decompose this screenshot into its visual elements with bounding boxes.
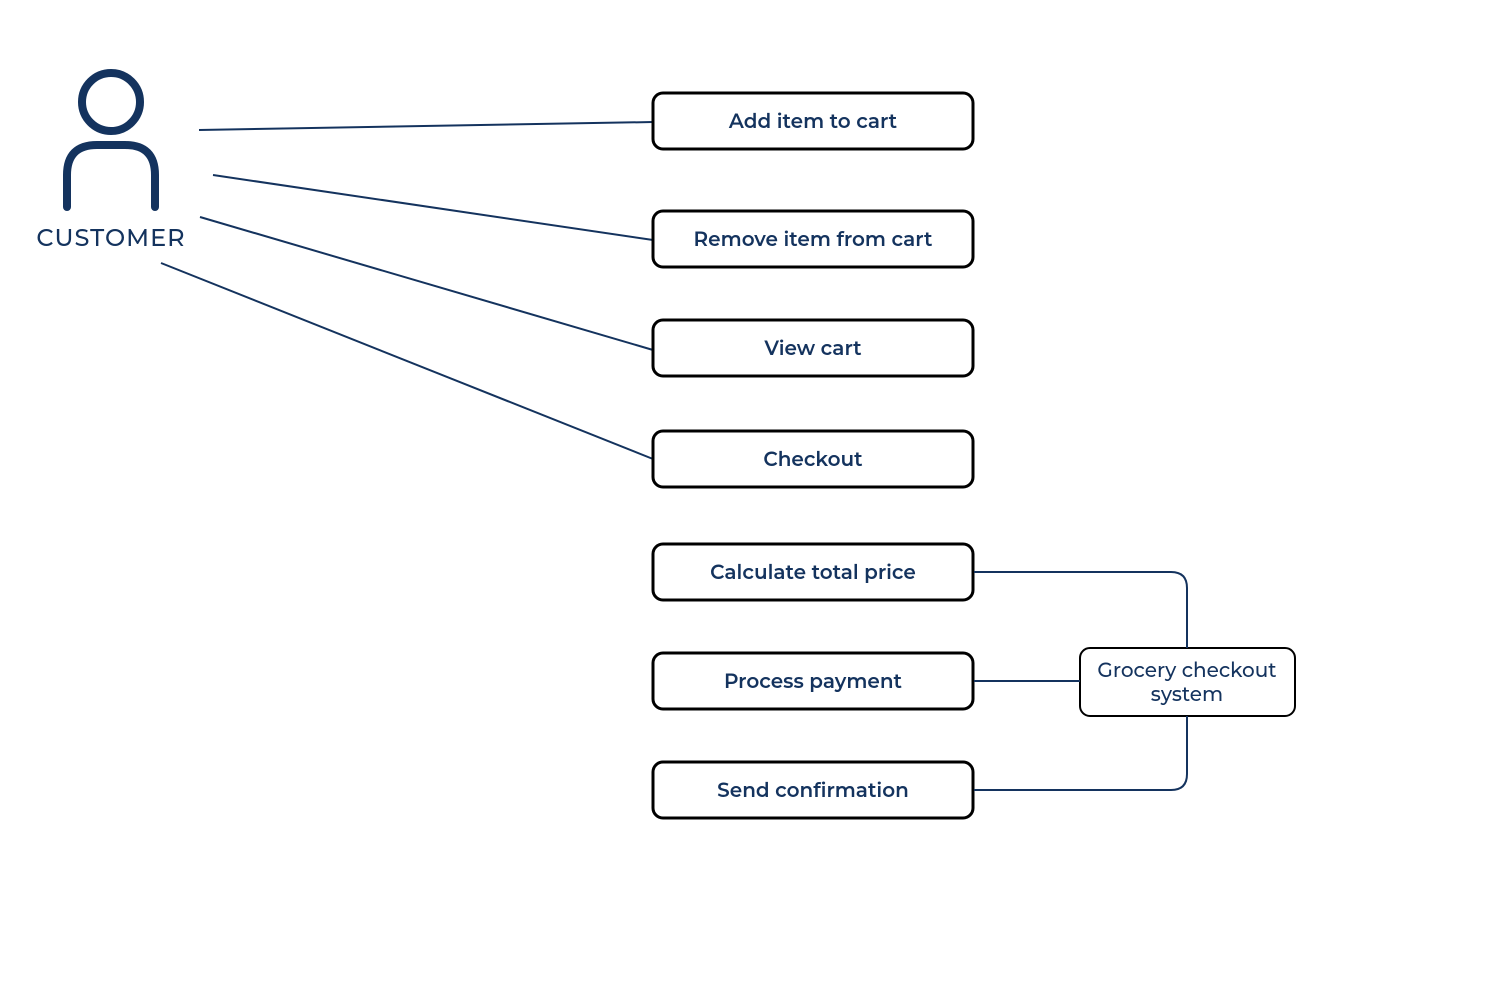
svg-text:Checkout: Checkout bbox=[763, 448, 863, 472]
svg-text:View cart: View cart bbox=[763, 337, 862, 361]
actor-connectors bbox=[161, 122, 653, 459]
customer-icon bbox=[67, 73, 155, 207]
use-case-send-confirmation: Send confirmation bbox=[653, 762, 973, 818]
use-case-remove-item: Remove item from cart bbox=[653, 211, 973, 267]
svg-text:Remove item from cart: Remove item from cart bbox=[694, 228, 933, 252]
use-case-process-payment: Process payment bbox=[653, 653, 973, 709]
use-case-checkout: Checkout bbox=[653, 431, 973, 487]
actor-label: CUSTOMER bbox=[36, 224, 185, 253]
svg-text:Grocery checkout: Grocery checkout bbox=[1097, 659, 1276, 683]
use-case-diagram: CUSTOMER Add item to cart Remove item fr… bbox=[0, 0, 1500, 1000]
svg-text:Calculate total price: Calculate total price bbox=[710, 561, 916, 585]
svg-text:Add item to cart: Add item to cart bbox=[728, 110, 898, 134]
use-case-boxes: Add item to cart Remove item from cart V… bbox=[653, 93, 973, 818]
use-case-add-item: Add item to cart bbox=[653, 93, 973, 149]
use-case-calculate-total: Calculate total price bbox=[653, 544, 973, 600]
svg-text:Process payment: Process payment bbox=[724, 670, 903, 694]
system-box: Grocery checkout system bbox=[1080, 648, 1295, 716]
svg-text:Send confirmation: Send confirmation bbox=[717, 779, 909, 803]
svg-text:system: system bbox=[1151, 683, 1223, 707]
use-case-view-cart: View cart bbox=[653, 320, 973, 376]
